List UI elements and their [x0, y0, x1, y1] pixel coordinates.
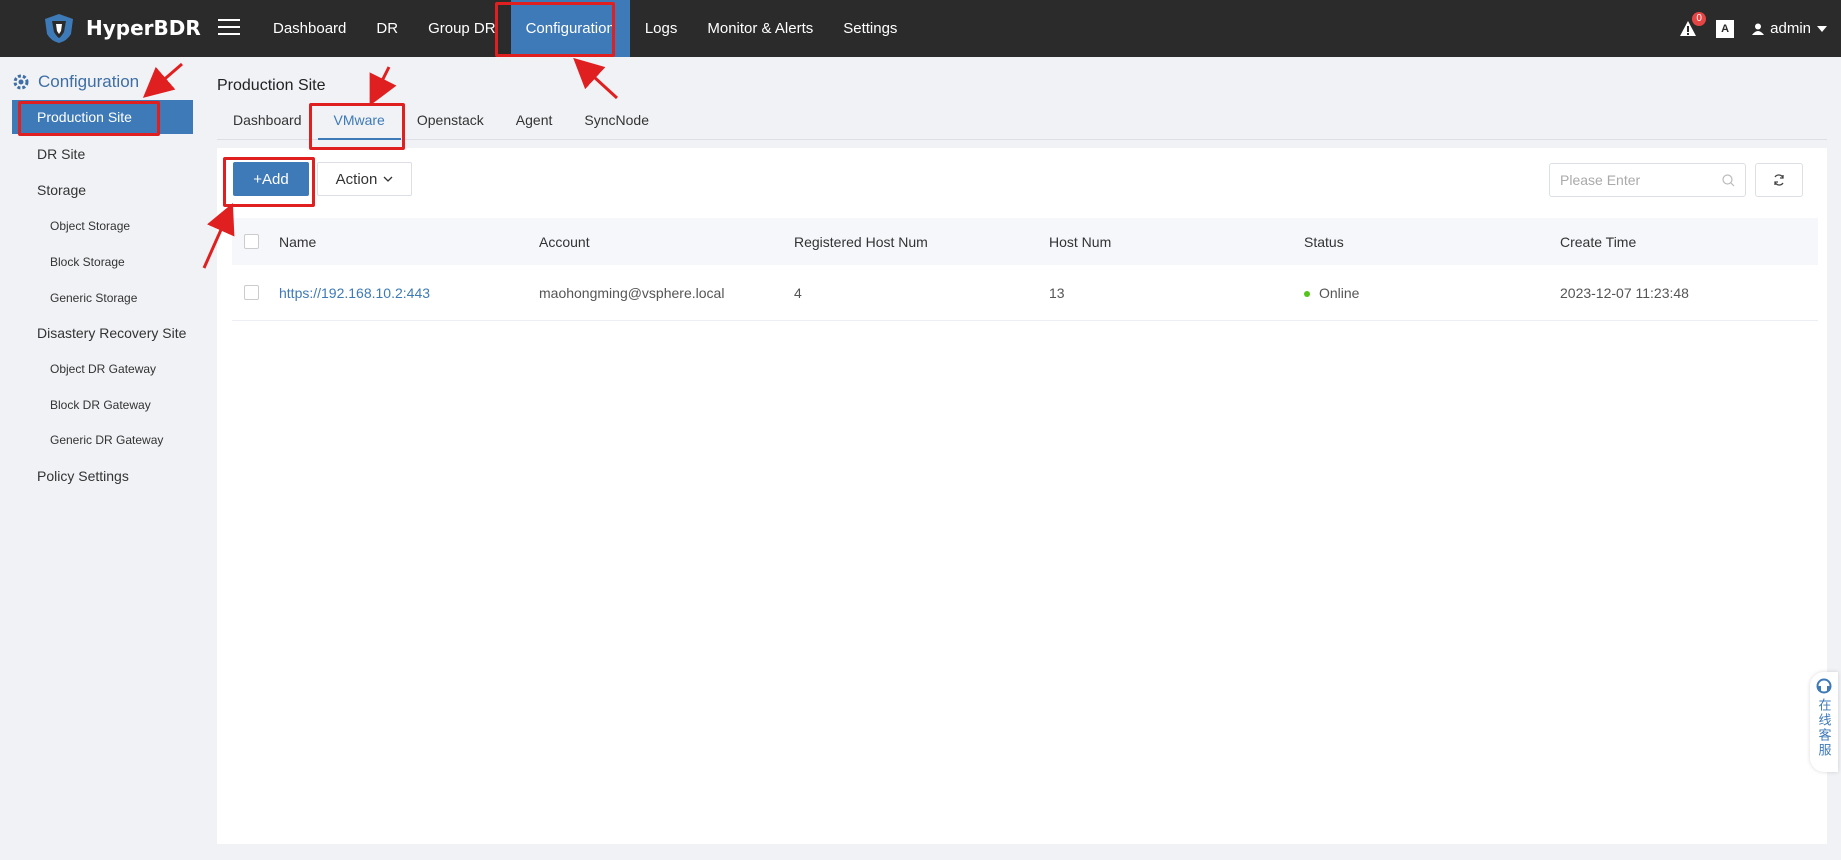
- sidebar-header: Configuration: [12, 72, 139, 92]
- user-menu[interactable]: admin: [1752, 20, 1827, 37]
- nav-settings[interactable]: Settings: [828, 0, 912, 57]
- top-navbar: HyperBDR Dashboard DR Group DR Configura…: [0, 0, 1841, 57]
- status-label: Online: [1319, 284, 1360, 301]
- column-header-status[interactable]: Status: [1304, 234, 1560, 250]
- shield-logo-icon: [45, 14, 73, 43]
- tab-syncnode[interactable]: SyncNode: [568, 112, 665, 140]
- app-logo[interactable]: HyperBDR: [40, 12, 201, 44]
- nav-monitor-alerts[interactable]: Monitor & Alerts: [692, 0, 828, 57]
- tab-openstack[interactable]: Openstack: [401, 112, 500, 140]
- table-row[interactable]: https://192.168.10.2:443 maohongming@vsp…: [232, 265, 1818, 321]
- search-input[interactable]: Please Enter: [1549, 163, 1746, 197]
- caret-down-icon: [1817, 25, 1827, 32]
- highlight-configuration-nav: [495, 2, 615, 57]
- cell-account: maohongming@vsphere.local: [539, 284, 725, 301]
- sidebar: Configuration Production Site DR Site St…: [0, 57, 200, 860]
- status-dot-icon: [1304, 290, 1310, 297]
- cell-create-time: 2023-12-07 11:23:48: [1560, 284, 1689, 301]
- gear-icon: [13, 74, 29, 90]
- select-all-checkbox[interactable]: [244, 234, 259, 249]
- app-name: HyperBDR: [86, 16, 201, 40]
- alert-count-badge: 0: [1692, 11, 1707, 26]
- action-dropdown[interactable]: Action: [317, 162, 412, 196]
- cell-status: Online: [1304, 285, 1560, 301]
- column-header-registered-host-num[interactable]: Registered Host Num: [794, 234, 1049, 250]
- sidebar-item-dr-site[interactable]: DR Site: [12, 137, 193, 171]
- menu-toggle-icon[interactable]: [218, 16, 240, 38]
- user-icon: [1752, 23, 1765, 35]
- vmware-table: Name Account Registered Host Num Host Nu…: [232, 218, 1818, 321]
- search-icon[interactable]: [1722, 173, 1735, 187]
- customer-service-label: 在线客服: [1816, 698, 1832, 758]
- refresh-button[interactable]: [1755, 163, 1803, 197]
- main-panel: +Add Action Please Enter Name Account Re…: [217, 148, 1827, 844]
- page-title: Production Site: [217, 77, 326, 94]
- highlight-production-site: [18, 101, 160, 136]
- column-header-name[interactable]: Name: [279, 234, 539, 250]
- alert-icon[interactable]: 0: [1678, 11, 1707, 39]
- sidebar-item-object-dr-gateway[interactable]: Object DR Gateway: [12, 352, 193, 386]
- action-label: Action: [335, 170, 378, 188]
- chevron-down-icon: [383, 176, 393, 182]
- nav-logs[interactable]: Logs: [630, 0, 693, 57]
- cell-registered-host-num: 4: [794, 284, 802, 301]
- sidebar-item-generic-storage[interactable]: Generic Storage: [12, 281, 193, 315]
- table-header: Name Account Registered Host Num Host Nu…: [232, 218, 1818, 265]
- refresh-icon: [1774, 174, 1784, 186]
- top-right-tools: 0 A admin: [1678, 0, 1827, 57]
- nav-dr[interactable]: DR: [361, 0, 413, 57]
- sidebar-item-generic-dr-gateway[interactable]: Generic DR Gateway: [12, 423, 193, 457]
- headset-icon: [1816, 678, 1832, 694]
- tab-agent[interactable]: Agent: [500, 112, 569, 140]
- column-header-create-time[interactable]: Create Time: [1560, 234, 1760, 250]
- nav-dashboard[interactable]: Dashboard: [258, 0, 361, 57]
- arrow-to-configuration-nav: [573, 57, 619, 100]
- customer-service-widget[interactable]: 在线客服: [1810, 672, 1838, 772]
- sidebar-item-policy-settings[interactable]: Policy Settings: [12, 459, 193, 493]
- sidebar-item-storage[interactable]: Storage: [12, 173, 193, 207]
- cell-host-num: 13: [1049, 284, 1065, 301]
- sidebar-item-disaster-recovery-site[interactable]: Disastery Recovery Site: [12, 316, 193, 350]
- arrow-to-vmware-tab: [369, 66, 397, 106]
- language-icon[interactable]: A: [1716, 19, 1735, 38]
- tab-dashboard[interactable]: Dashboard: [217, 112, 318, 140]
- site-tabs: Dashboard VMware Openstack Agent SyncNod…: [217, 112, 1827, 140]
- sidebar-item-block-storage[interactable]: Block Storage: [12, 245, 193, 279]
- vcenter-link[interactable]: https://192.168.10.2:443: [279, 285, 539, 301]
- sidebar-header-label: Configuration: [38, 72, 140, 91]
- sidebar-item-object-storage[interactable]: Object Storage: [12, 209, 193, 243]
- search-placeholder: Please Enter: [1560, 172, 1641, 188]
- highlight-add-button: [223, 157, 315, 207]
- column-header-host-num[interactable]: Host Num: [1049, 234, 1304, 250]
- column-header-account[interactable]: Account: [539, 234, 794, 250]
- username: admin: [1770, 20, 1811, 37]
- row-checkbox[interactable]: [244, 285, 259, 300]
- highlight-vmware-tab: [309, 103, 405, 150]
- sidebar-item-block-dr-gateway[interactable]: Block DR Gateway: [12, 388, 193, 422]
